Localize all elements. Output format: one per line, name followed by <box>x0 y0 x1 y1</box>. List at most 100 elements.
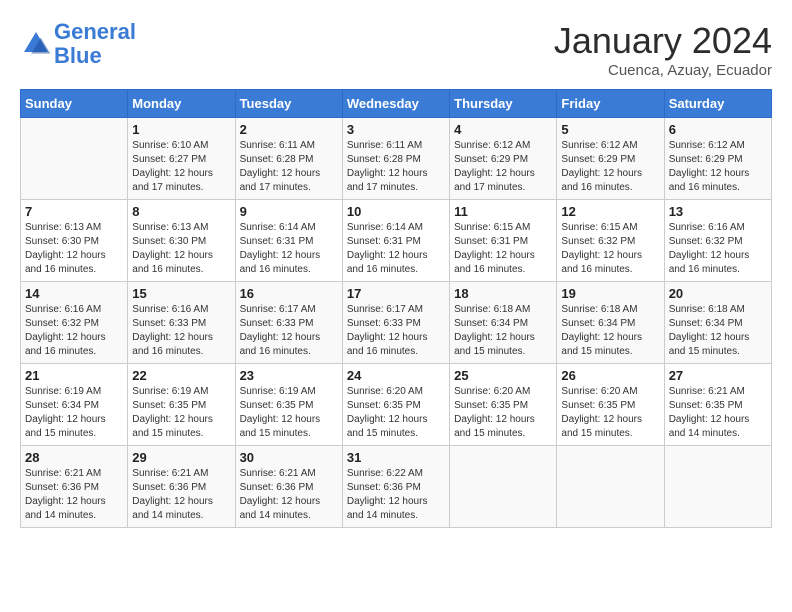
day-number: 5 <box>561 122 659 137</box>
day-number: 31 <box>347 450 445 465</box>
day-cell: 13 Sunrise: 6:16 AMSunset: 6:32 PMDayligh… <box>664 200 771 282</box>
day-number: 27 <box>669 368 767 383</box>
day-cell: 22 Sunrise: 6:19 AMSunset: 6:35 PMDayligh… <box>128 364 235 446</box>
page-header: General Blue January 2024 Cuenca, Azuay,… <box>20 20 772 79</box>
logo-icon <box>20 28 52 60</box>
col-friday: Friday <box>557 90 664 118</box>
day-number: 14 <box>25 286 123 301</box>
day-cell: 23 Sunrise: 6:19 AMSunset: 6:35 PMDayligh… <box>235 364 342 446</box>
day-number: 25 <box>454 368 552 383</box>
day-number: 12 <box>561 204 659 219</box>
day-number: 21 <box>25 368 123 383</box>
title-section: January 2024 Cuenca, Azuay, Ecuador <box>554 20 772 79</box>
day-info: Sunrise: 6:12 AMSunset: 6:29 PMDaylight:… <box>669 139 767 195</box>
day-number: 15 <box>132 286 230 301</box>
logo-text: General Blue <box>54 20 136 68</box>
day-info: Sunrise: 6:18 AMSunset: 6:34 PMDaylight:… <box>669 303 767 359</box>
day-cell: 30Sunrise: 6:21 AMSunset: 6:36 PMDayligh… <box>235 446 342 528</box>
day-number: 26 <box>561 368 659 383</box>
day-info: Sunrise: 6:20 AMSunset: 6:35 PMDaylight:… <box>347 385 445 441</box>
day-number: 10 <box>347 204 445 219</box>
day-cell: 11Sunrise: 6:15 AMSunset: 6:31 PMDayligh… <box>450 200 557 282</box>
day-cell: 8 Sunrise: 6:13 AMSunset: 6:30 PMDaylight… <box>128 200 235 282</box>
week-row-1: 7Sunrise: 6:13 AMSunset: 6:30 PMDaylight… <box>21 200 772 282</box>
day-number: 4 <box>454 122 552 137</box>
col-saturday: Saturday <box>664 90 771 118</box>
day-number: 20 <box>669 286 767 301</box>
day-number: 13 <box>669 204 767 219</box>
day-number: 24 <box>347 368 445 383</box>
location-subtitle: Cuenca, Azuay, Ecuador <box>554 62 772 79</box>
day-info: Sunrise: 6:17 AMSunset: 6:33 PMDaylight:… <box>347 303 445 359</box>
day-cell: 3Sunrise: 6:11 AMSunset: 6:28 PMDaylight… <box>342 118 449 200</box>
day-cell: 10 Sunrise: 6:14 AMSunset: 6:31 PMDayligh… <box>342 200 449 282</box>
day-cell: 7Sunrise: 6:13 AMSunset: 6:30 PMDaylight… <box>21 200 128 282</box>
day-cell <box>21 118 128 200</box>
day-info: Sunrise: 6:11 AMSunset: 6:28 PMDaylight:… <box>240 139 338 195</box>
day-cell: 5Sunrise: 6:12 AMSunset: 6:29 PMDaylight… <box>557 118 664 200</box>
day-cell: 27 Sunrise: 6:21 AMSunset: 6:35 PMDayligh… <box>664 364 771 446</box>
day-cell <box>450 446 557 528</box>
weekday-row: Sunday Monday Tuesday Wednesday Thursday… <box>21 90 772 118</box>
day-cell: 24 Sunrise: 6:20 AMSunset: 6:35 PMDayligh… <box>342 364 449 446</box>
day-info: Sunrise: 6:16 AMSunset: 6:32 PMDaylight:… <box>669 221 767 277</box>
day-number: 29 <box>132 450 230 465</box>
day-number: 8 <box>132 204 230 219</box>
day-info: Sunrise: 6:14 AMSunset: 6:31 PMDaylight:… <box>347 221 445 277</box>
day-cell: 16Sunrise: 6:17 AMSunset: 6:33 PMDayligh… <box>235 282 342 364</box>
day-info: Sunrise: 6:21 AMSunset: 6:36 PMDaylight:… <box>25 467 123 523</box>
day-info: Sunrise: 6:20 AMSunset: 6:35 PMDaylight:… <box>454 385 552 441</box>
day-info: Sunrise: 6:12 AMSunset: 6:29 PMDaylight:… <box>454 139 552 195</box>
day-number: 1 <box>132 122 230 137</box>
day-info: Sunrise: 6:13 AMSunset: 6:30 PMDaylight:… <box>25 221 123 277</box>
day-info: Sunrise: 6:20 AMSunset: 6:35 PMDaylight:… <box>561 385 659 441</box>
day-cell: 15 Sunrise: 6:16 AMSunset: 6:33 PMDayligh… <box>128 282 235 364</box>
day-number: 17 <box>347 286 445 301</box>
month-title: January 2024 <box>554 20 772 62</box>
week-row-0: 1Sunrise: 6:10 AMSunset: 6:27 PMDaylight… <box>21 118 772 200</box>
day-info: Sunrise: 6:13 AMSunset: 6:30 PMDaylight:… <box>132 221 230 277</box>
day-cell: 26 Sunrise: 6:20 AMSunset: 6:35 PMDayligh… <box>557 364 664 446</box>
week-row-2: 14 Sunrise: 6:16 AMSunset: 6:32 PMDayligh… <box>21 282 772 364</box>
day-number: 9 <box>240 204 338 219</box>
calendar-body: 1Sunrise: 6:10 AMSunset: 6:27 PMDaylight… <box>21 118 772 528</box>
day-cell: 9 Sunrise: 6:14 AMSunset: 6:31 PMDaylight… <box>235 200 342 282</box>
day-cell: 28Sunrise: 6:21 AMSunset: 6:36 PMDayligh… <box>21 446 128 528</box>
day-info: Sunrise: 6:22 AMSunset: 6:36 PMDaylight:… <box>347 467 445 523</box>
day-info: Sunrise: 6:16 AMSunset: 6:33 PMDaylight:… <box>132 303 230 359</box>
day-cell <box>557 446 664 528</box>
week-row-3: 21 Sunrise: 6:19 AMSunset: 6:34 PMDayligh… <box>21 364 772 446</box>
day-cell: 6 Sunrise: 6:12 AMSunset: 6:29 PMDaylight… <box>664 118 771 200</box>
logo-line2: Blue <box>54 43 102 68</box>
col-monday: Monday <box>128 90 235 118</box>
day-info: Sunrise: 6:18 AMSunset: 6:34 PMDaylight:… <box>561 303 659 359</box>
day-cell: 21 Sunrise: 6:19 AMSunset: 6:34 PMDayligh… <box>21 364 128 446</box>
day-cell: 20 Sunrise: 6:18 AMSunset: 6:34 PMDayligh… <box>664 282 771 364</box>
col-tuesday: Tuesday <box>235 90 342 118</box>
day-cell: 18 Sunrise: 6:18 AMSunset: 6:34 PMDayligh… <box>450 282 557 364</box>
day-cell <box>664 446 771 528</box>
day-number: 23 <box>240 368 338 383</box>
calendar-header: Sunday Monday Tuesday Wednesday Thursday… <box>21 90 772 118</box>
day-number: 6 <box>669 122 767 137</box>
day-cell: 19Sunrise: 6:18 AMSunset: 6:34 PMDayligh… <box>557 282 664 364</box>
day-info: Sunrise: 6:16 AMSunset: 6:32 PMDaylight:… <box>25 303 123 359</box>
day-number: 22 <box>132 368 230 383</box>
logo-line1: General <box>54 19 136 44</box>
day-info: Sunrise: 6:14 AMSunset: 6:31 PMDaylight:… <box>240 221 338 277</box>
day-cell: 1Sunrise: 6:10 AMSunset: 6:27 PMDaylight… <box>128 118 235 200</box>
day-info: Sunrise: 6:17 AMSunset: 6:33 PMDaylight:… <box>240 303 338 359</box>
col-sunday: Sunday <box>21 90 128 118</box>
day-number: 18 <box>454 286 552 301</box>
day-info: Sunrise: 6:18 AMSunset: 6:34 PMDaylight:… <box>454 303 552 359</box>
day-number: 3 <box>347 122 445 137</box>
day-info: Sunrise: 6:19 AMSunset: 6:35 PMDaylight:… <box>240 385 338 441</box>
day-info: Sunrise: 6:21 AMSunset: 6:36 PMDaylight:… <box>132 467 230 523</box>
day-info: Sunrise: 6:19 AMSunset: 6:34 PMDaylight:… <box>25 385 123 441</box>
day-info: Sunrise: 6:19 AMSunset: 6:35 PMDaylight:… <box>132 385 230 441</box>
day-info: Sunrise: 6:21 AMSunset: 6:35 PMDaylight:… <box>669 385 767 441</box>
day-cell: 14 Sunrise: 6:16 AMSunset: 6:32 PMDayligh… <box>21 282 128 364</box>
day-cell: 25 Sunrise: 6:20 AMSunset: 6:35 PMDayligh… <box>450 364 557 446</box>
day-cell: 17 Sunrise: 6:17 AMSunset: 6:33 PMDayligh… <box>342 282 449 364</box>
day-number: 2 <box>240 122 338 137</box>
